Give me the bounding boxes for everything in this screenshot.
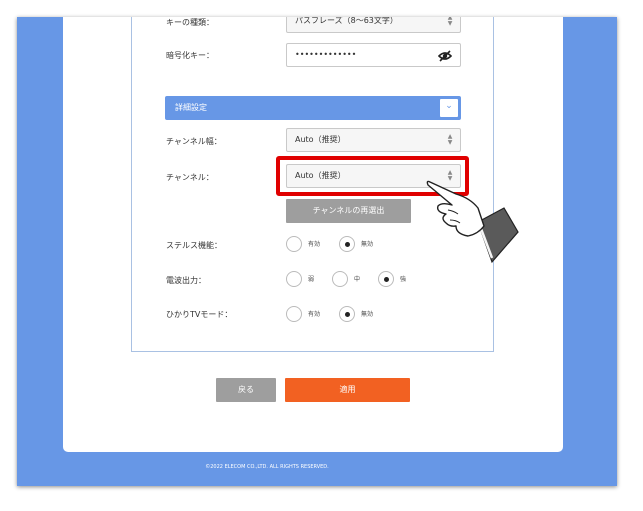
page-frame: キーの種類： パスフレーズ（8〜63文字） ▲ ▼ 暗号化キー： ••••••••… — [17, 17, 617, 486]
key-type-select[interactable]: パスフレーズ（8〜63文字） ▲ ▼ — [286, 17, 461, 33]
apply-button[interactable]: 適用 — [285, 378, 410, 402]
radio-label: 有効 — [308, 241, 321, 248]
back-button[interactable]: 戻る — [216, 378, 276, 402]
select-arrows-icon: ▲ ▼ — [447, 17, 453, 27]
radio-label: 無効 — [361, 241, 374, 248]
channel-width-value: Auto（推奨） — [295, 135, 346, 144]
channel-width-label: チャンネル幅： — [166, 137, 222, 146]
encryption-key-label: 暗号化キー： — [166, 51, 214, 60]
detail-settings-title: 詳細設定 — [175, 103, 207, 112]
channel-rescan-button[interactable]: チャンネルの再選出 — [286, 199, 411, 223]
channel-width-select[interactable]: Auto（推奨） ▲ ▼ — [286, 128, 461, 152]
radio-label: 無効 — [361, 311, 374, 318]
radio-label: 有効 — [308, 311, 321, 318]
encryption-key-value: ••••••••••••• — [295, 50, 357, 59]
hide-password-eye-icon[interactable] — [438, 50, 452, 62]
radio-circle[interactable] — [286, 271, 302, 287]
radio-circle[interactable] — [286, 236, 302, 252]
radio-label: 強 — [400, 276, 407, 283]
channel-label: チャンネル： — [166, 173, 214, 182]
stealth-label: ステルス機能： — [166, 241, 222, 250]
collapse-icon[interactable]: ⌄ — [440, 99, 458, 117]
radio-label: 中 — [354, 276, 361, 283]
hikari-tv-label: ひかりTVモード： — [166, 310, 233, 319]
radio-circle[interactable] — [339, 306, 355, 322]
tx-power-label: 電波出力： — [166, 276, 206, 285]
pointing-hand-icon — [426, 180, 519, 264]
radio-circle[interactable] — [286, 306, 302, 322]
radio-circle[interactable] — [339, 236, 355, 252]
radio-circle[interactable] — [332, 271, 348, 287]
radio-label: 弱 — [308, 276, 315, 283]
copyright-footer: ©2022 ELECOM CO.,LTD. ALL RIGHTS RESERVE… — [205, 464, 329, 470]
key-type-label: キーの種類： — [166, 18, 214, 27]
key-type-value: パスフレーズ（8〜63文字） — [295, 17, 398, 25]
detail-settings-bar[interactable]: 詳細設定 ⌄ — [165, 96, 461, 120]
radio-circle[interactable] — [378, 271, 394, 287]
select-arrows-icon: ▲ ▼ — [447, 133, 453, 146]
encryption-key-input[interactable]: ••••••••••••• — [286, 43, 461, 67]
